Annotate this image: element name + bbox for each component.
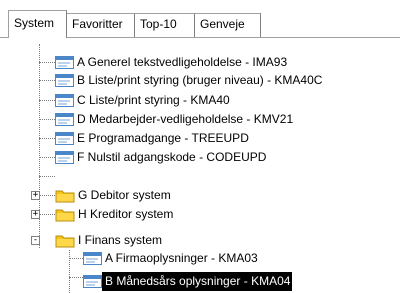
- tree-item-label: B Månedsårs oplysninger - KMA04: [102, 272, 293, 291]
- folder-icon: [55, 235, 75, 248]
- folder-icon: [55, 190, 75, 203]
- folder-icon: [55, 209, 75, 222]
- tree-item[interactable]: E Programadgange - TREEUPD: [55, 129, 251, 148]
- document-icon: [55, 56, 74, 69]
- tab-system[interactable]: System: [8, 10, 67, 38]
- collapse-toggle-finans[interactable]: -: [31, 236, 40, 245]
- document-icon: [55, 113, 74, 126]
- tree-item-label: A Firmaoplysninger - KMA03: [105, 251, 258, 265]
- document-icon: [55, 151, 74, 164]
- tree-folder-label: H Kreditor system: [78, 207, 174, 221]
- tree-folder[interactable]: H Kreditor system: [55, 205, 175, 224]
- menu-tree: + + - A Generel tekstvedligeholdelse - I…: [0, 40, 400, 293]
- tree-connector: [69, 277, 83, 278]
- document-icon: [83, 252, 102, 265]
- tree-connector: [39, 100, 55, 101]
- document-icon: [55, 132, 74, 145]
- tree-folder-label: G Debitor system: [78, 188, 171, 202]
- expand-toggle-kreditor[interactable]: +: [31, 210, 40, 219]
- tree-item[interactable]: C Liste/print styring - KMA40: [55, 91, 232, 110]
- tree-connector: [39, 62, 55, 63]
- tab-favoritter[interactable]: Favoritter: [67, 13, 135, 37]
- tree-connector: [39, 195, 55, 196]
- tab-genveje[interactable]: Genveje: [195, 13, 261, 37]
- tree-connector: [69, 250, 70, 293]
- document-icon: [55, 94, 74, 107]
- tree-item-label: A Generel tekstvedligeholdelse - IMA93: [77, 55, 288, 69]
- tree-item[interactable]: F Nulstil adgangskode - CODEUPD: [55, 148, 268, 167]
- tree-item-label: E Programadgange - TREEUPD: [77, 131, 249, 145]
- tree-connector: [69, 258, 83, 259]
- tree-item-label: B Liste/print styring (bruger niveau) - …: [77, 73, 323, 87]
- tree-item-label: C Liste/print styring - KMA40: [77, 93, 230, 107]
- tree-item[interactable]: A Generel tekstvedligeholdelse - IMA93: [55, 53, 289, 72]
- tree-connector: [39, 138, 55, 139]
- document-icon: [55, 74, 74, 87]
- tree-connector: [39, 119, 55, 120]
- tree-connector: [39, 176, 55, 177]
- tree-connector: [39, 214, 55, 215]
- tab-top-10[interactable]: Top-10: [135, 13, 195, 37]
- tree-item[interactable]: B Liste/print styring (bruger niveau) - …: [55, 71, 324, 90]
- tree-connector: [39, 157, 55, 158]
- tree-connector: [39, 80, 55, 81]
- tree-item[interactable]: D Medarbejder-vedligeholdelse - KMV21: [55, 110, 295, 129]
- tree-item-label: F Nulstil adgangskode - CODEUPD: [77, 150, 267, 164]
- tree-item-label: D Medarbejder-vedligeholdelse - KMV21: [77, 112, 294, 126]
- tree-item-selected[interactable]: B Månedsårs oplysninger - KMA04: [83, 272, 293, 291]
- tree-folder[interactable]: I Finans system: [55, 231, 164, 250]
- expand-toggle-debitor[interactable]: +: [31, 191, 40, 200]
- tree-folder-label: I Finans system: [78, 233, 163, 247]
- tree-folder[interactable]: G Debitor system: [55, 186, 173, 205]
- document-icon: [83, 275, 102, 288]
- tab-bar: System Favoritter Top-10 Genveje: [0, 0, 400, 38]
- tree-item[interactable]: A Firmaoplysninger - KMA03: [83, 249, 260, 268]
